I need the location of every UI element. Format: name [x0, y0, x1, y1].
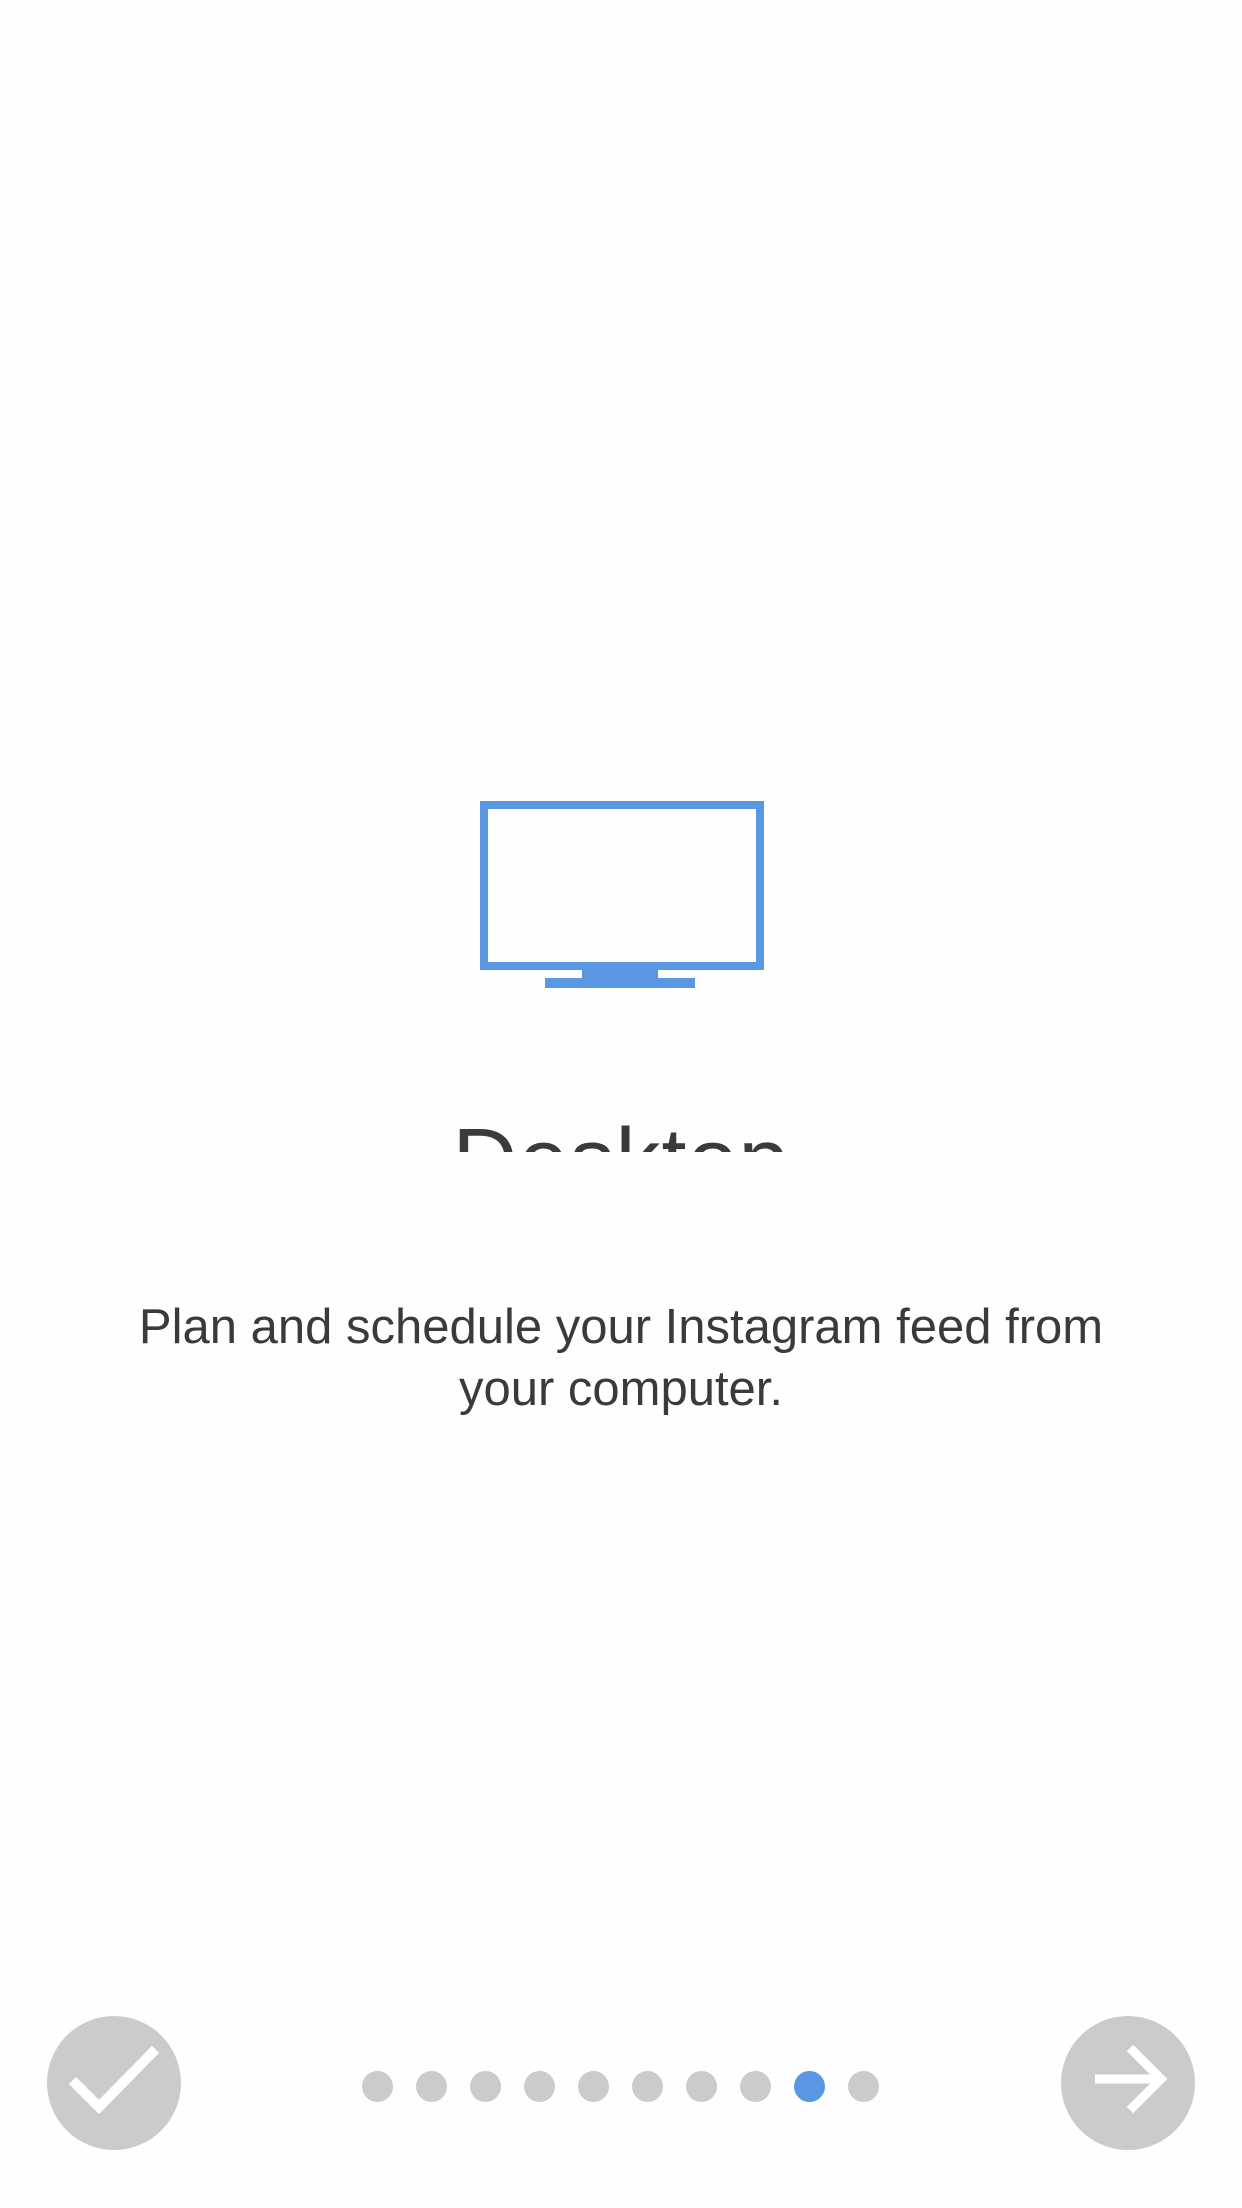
page-dot-5[interactable]: [578, 2071, 609, 2102]
page-dot-4[interactable]: [524, 2071, 555, 2102]
slide-description: Plan and schedule your Instagram feed fr…: [138, 1300, 1104, 1416]
done-button[interactable]: [47, 2016, 181, 2150]
desktop-monitor-icon: [480, 801, 764, 988]
slide-title-container: Desktop: [0, 1100, 1242, 1152]
page-dot-9[interactable]: [794, 2071, 825, 2102]
next-button[interactable]: [1061, 2016, 1195, 2150]
page-dot-1[interactable]: [362, 2071, 393, 2102]
page-dot-3[interactable]: [470, 2071, 501, 2102]
page-dot-6[interactable]: [632, 2071, 663, 2102]
page-dot-8[interactable]: [740, 2071, 771, 2102]
page-dot-10[interactable]: [848, 2071, 879, 2102]
onboarding-screen: Desktop Plan and schedule your Instagram…: [0, 0, 1242, 2208]
arrow-right-icon: [1095, 2044, 1168, 2114]
page-dot-7[interactable]: [686, 2071, 717, 2102]
checkmark-icon: [68, 2045, 160, 2115]
slide-title: Desktop: [0, 1100, 1242, 1152]
page-dot-2[interactable]: [416, 2071, 447, 2102]
